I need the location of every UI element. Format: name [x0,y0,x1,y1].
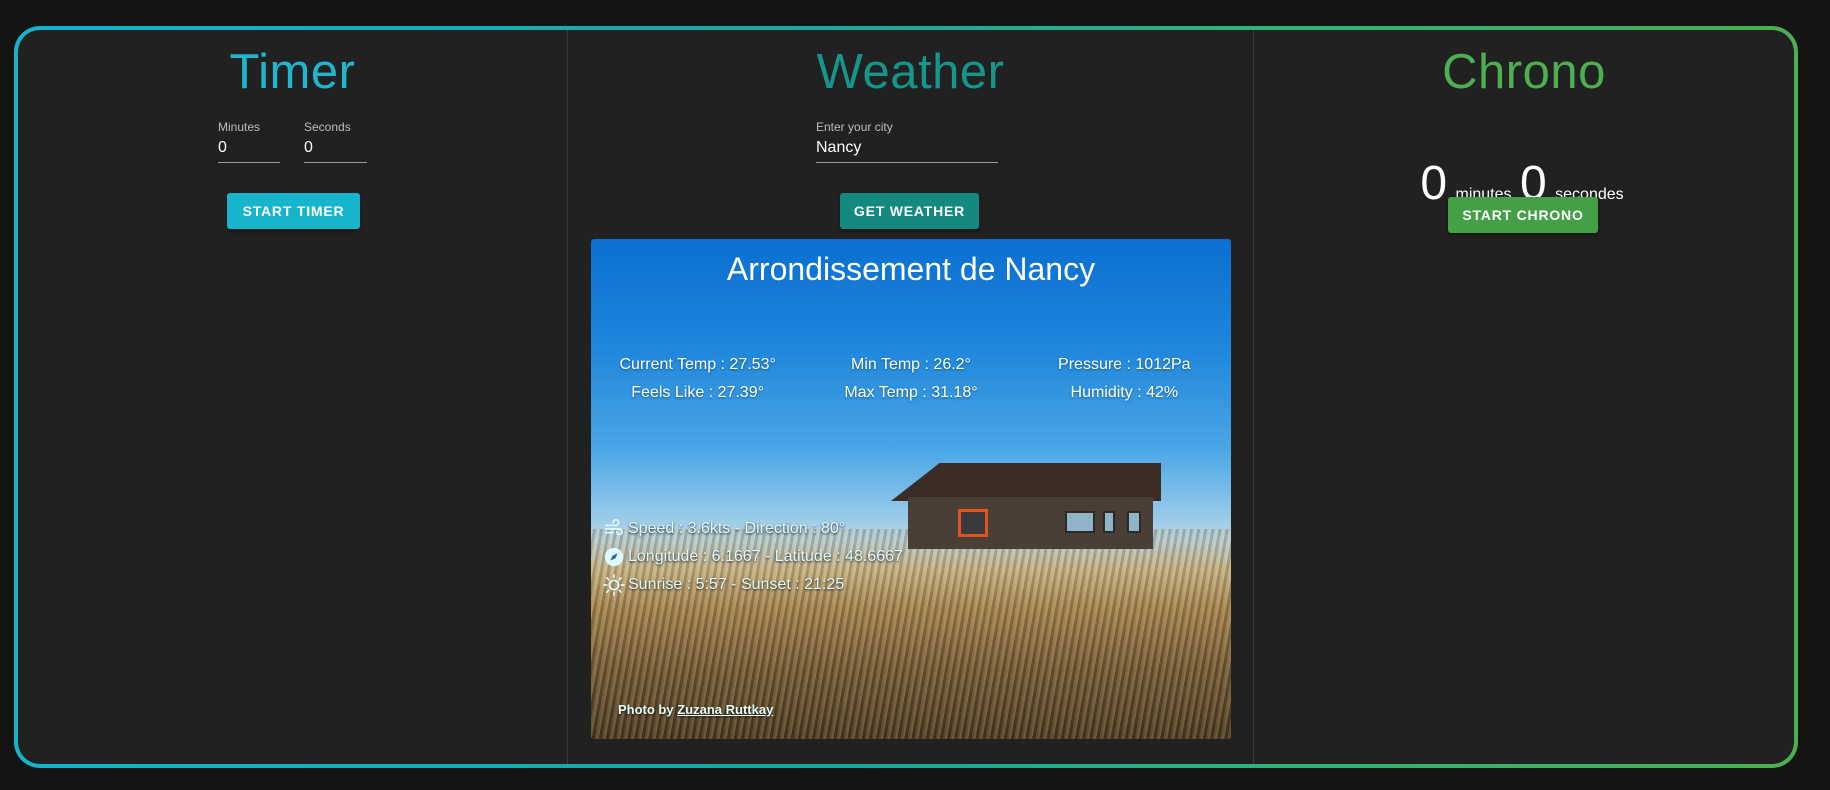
seconds-label: Seconds [304,120,351,134]
start-chrono-button[interactable]: START CHRONO [1448,197,1598,233]
pressure: Pressure : 1012Pa [1058,356,1191,373]
minutes-field-group: Minutes [218,120,280,163]
weather-section: Weather Enter your city GET WEATHER Arro… [567,30,1254,764]
humidity: Humidity : 42% [1070,384,1179,401]
min-temp: Min Temp : 26.2° [851,356,971,373]
minutes-label: Minutes [218,120,261,134]
photo-credit-label: Photo by [618,702,674,717]
sun-text: Sunrise : 5:57 - Sunset : 21:25 [628,576,845,593]
background-photo-house [908,497,1153,549]
sun-row: Sunrise : 5:57 - Sunset : 21:25 [603,571,903,599]
wind-icon [604,519,624,536]
background-photo-window [1065,511,1095,533]
temp-column: Current Temp : 27.53° Feels Like : 27.39… [592,351,803,407]
start-timer-button[interactable]: START TIMER [227,193,360,229]
pressure-column: Pressure : 1012Pa Humidity : 42% [1019,351,1230,407]
coords-text: Longitude : 6.1667 - Latitude : 48.6667 [628,548,903,565]
weather-city-name: Arrondissement de Nancy [726,251,1096,287]
seconds-input[interactable] [304,137,367,163]
compass-icon [604,547,624,567]
app-frame: Timer Minutes Seconds START TIMER Weathe… [14,26,1798,768]
weather-title: Weather [816,45,1005,99]
max-temp: Max Temp : 31.18° [844,384,978,401]
sun-icon [603,574,625,596]
timer-section: Timer Minutes Seconds START TIMER [18,30,567,764]
background-photo-door [958,509,988,537]
timer-title: Timer [229,45,356,99]
photo-credit: Photo by Zuzana Ruttkay [618,702,773,717]
chrono-section: Chrono 0 minutes 0 secondes START CHRONO [1254,30,1794,764]
app-panel: Timer Minutes Seconds START TIMER Weathe… [18,30,1794,764]
weather-stats: Current Temp : 27.53° Feels Like : 27.39… [591,351,1231,407]
background-photo-window [1103,511,1115,533]
weather-details: Speed : 3.6kts - Direction : 80° Longitu… [603,515,903,599]
minutes-input[interactable] [218,137,280,163]
wind-text: Speed : 3.6kts - Direction : 80° [628,520,846,537]
seconds-field-group: Seconds [304,120,367,163]
city-field-group: Enter your city [816,120,998,163]
chrono-minutes-value: 0 [1420,157,1448,210]
minmax-column: Min Temp : 26.2° Max Temp : 31.18° [805,351,1016,407]
background-photo-roof [891,463,1161,501]
chrono-title: Chrono [1442,45,1606,99]
get-weather-button[interactable]: GET WEATHER [840,193,979,229]
city-label: Enter your city [816,120,893,134]
current-temp: Current Temp : 27.53° [619,356,776,373]
background-photo-window [1127,511,1141,533]
weather-card: Arrondissement de Nancy Current Temp : 2… [591,239,1231,739]
photographer-link[interactable]: Zuzana Ruttkay [677,702,773,717]
city-input[interactable] [816,137,998,163]
feels-like: Feels Like : 27.39° [631,384,764,401]
coords-row: Longitude : 6.1667 - Latitude : 48.6667 [603,543,903,571]
wind-row: Speed : 3.6kts - Direction : 80° [603,515,903,543]
